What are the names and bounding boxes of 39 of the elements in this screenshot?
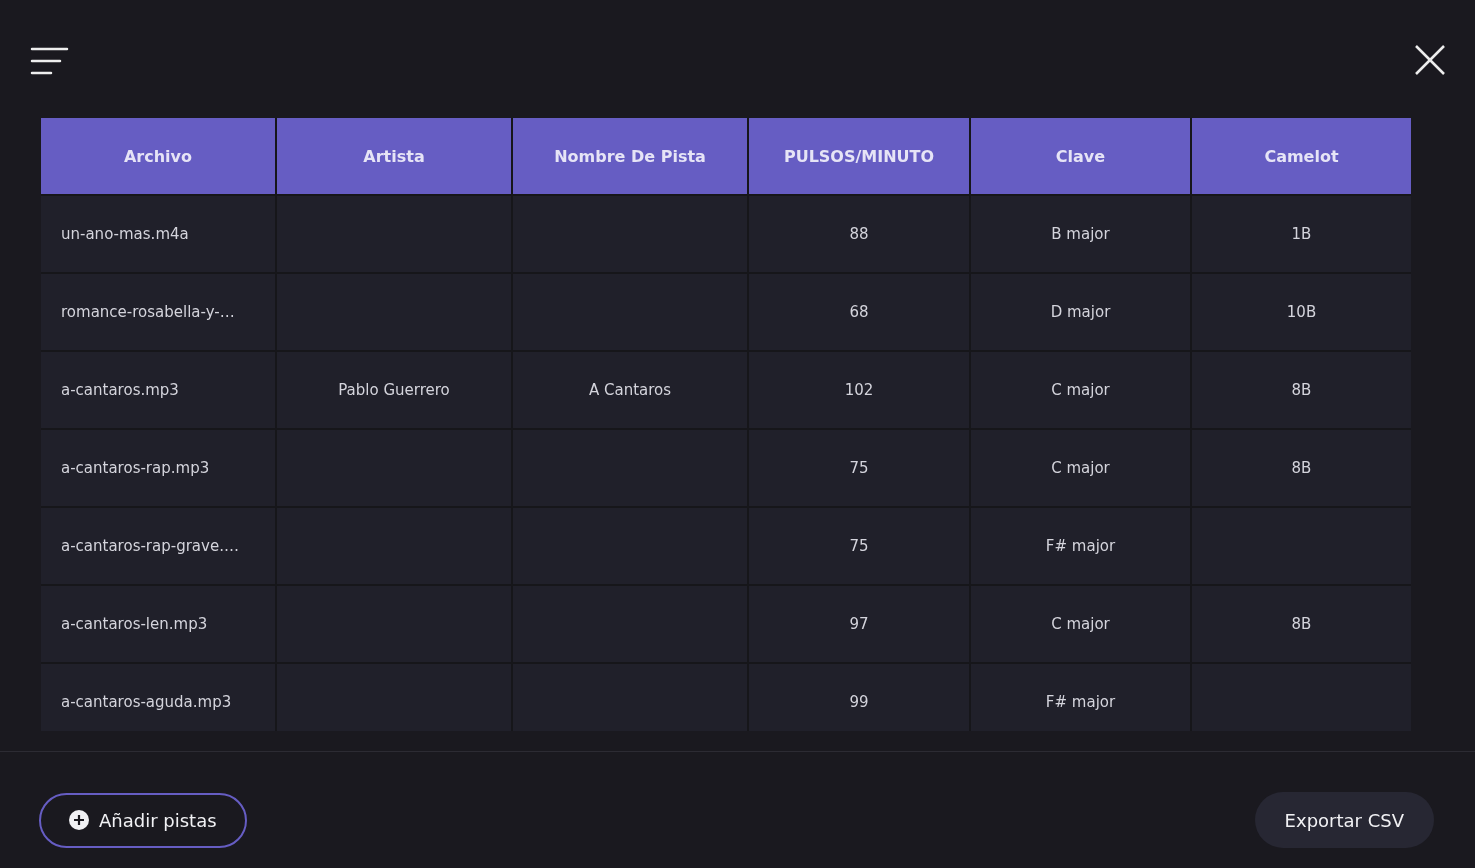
table-cell: a-cantaros-len.mp3	[41, 586, 275, 662]
table-cell: a-cantaros.mp3	[41, 352, 275, 428]
table-cell: F# major	[971, 664, 1190, 731]
close-button[interactable]	[1415, 45, 1445, 75]
table-cell: F# major	[971, 508, 1190, 584]
table-cell: A Cantaros	[513, 352, 747, 428]
column-header: Clave	[971, 118, 1190, 194]
table-cell: 8B	[1192, 586, 1411, 662]
table-cell: D major	[971, 274, 1190, 350]
add-tracks-button[interactable]: Añadir pistas	[39, 792, 247, 848]
table-cell: 8B	[1192, 430, 1411, 506]
table-cell: a-cantaros-rap.mp3	[41, 430, 275, 506]
table-cell: 102	[749, 352, 969, 428]
table-cell: 10B	[1192, 274, 1411, 350]
column-header: Archivo	[41, 118, 275, 194]
column-header: Nombre De Pista	[513, 118, 747, 194]
close-icon	[1415, 45, 1445, 75]
table-cell: romance-rosabella-y-…	[41, 274, 275, 350]
column-header: Artista	[277, 118, 511, 194]
plus-circle-icon	[69, 810, 89, 830]
table-cell: 8B	[1192, 352, 1411, 428]
table-cell: B major	[971, 196, 1190, 272]
table-cell: 88	[749, 196, 969, 272]
table-cell: C major	[971, 430, 1190, 506]
table-cell: C major	[971, 586, 1190, 662]
column-header: Camelot	[1192, 118, 1411, 194]
table-cell: 1B	[1192, 196, 1411, 272]
table-cell: 75	[749, 430, 969, 506]
table-cell: 97	[749, 586, 969, 662]
table-cell: a-cantaros-rap-grave.…	[41, 508, 275, 584]
table-cell: Pablo Guerrero	[277, 352, 511, 428]
table-cell: 75	[749, 508, 969, 584]
table-cell: 68	[749, 274, 969, 350]
table-cell: un-ano-mas.m4a	[41, 196, 275, 272]
export-csv-button[interactable]: Exportar CSV	[1254, 792, 1434, 848]
table-cell: 99	[749, 664, 969, 731]
column-header: PULSOS/MINUTO	[749, 118, 969, 194]
table-cell: a-cantaros-aguda.mp3	[41, 664, 275, 731]
table-cell: C major	[971, 352, 1190, 428]
